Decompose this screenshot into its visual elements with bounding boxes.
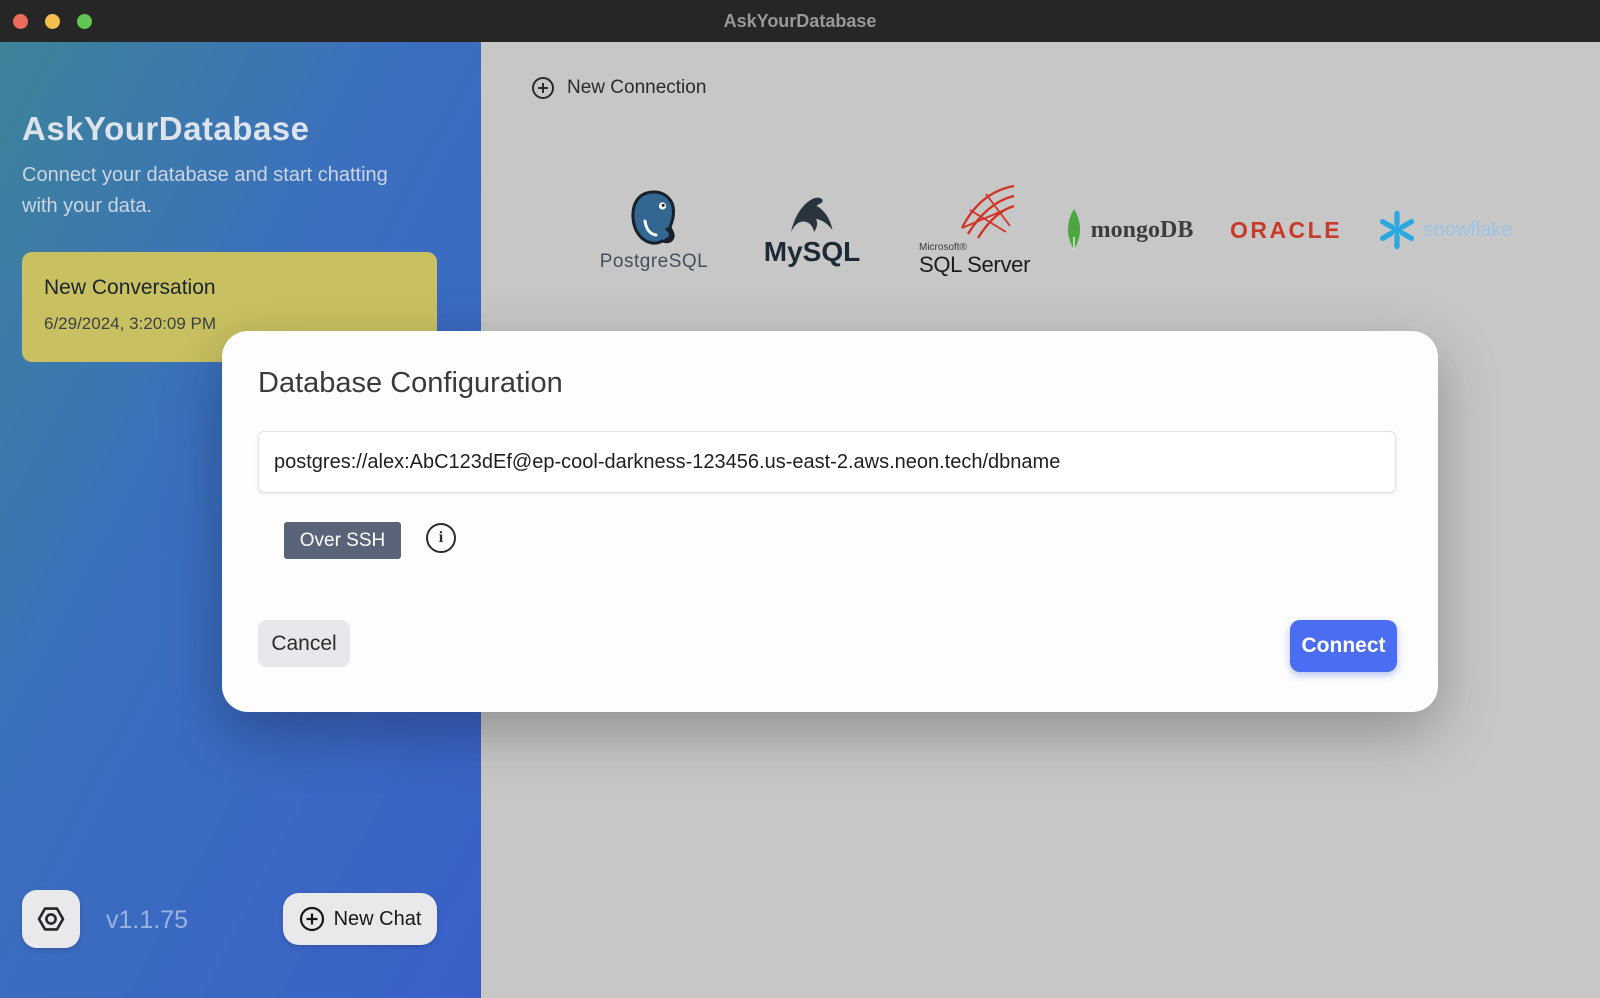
database-option-postgresql[interactable]: PostgreSQL [575,187,733,273]
new-connection-label: New Connection [567,77,706,99]
app-title: AskYourDatabase [22,110,310,148]
postgresql-label: PostgreSQL [600,251,709,273]
modal-title: Database Configuration [258,367,563,400]
over-ssh-button[interactable]: Over SSH [284,522,401,559]
conversation-timestamp: 6/29/2024, 3:20:09 PM [44,314,216,334]
sqlserver-burst-icon [956,182,1018,240]
oracle-label: ORACLE [1230,217,1342,244]
database-configuration-modal: Database Configuration Over SSH i Cancel… [222,331,1438,712]
mysql-label: MySQL [764,236,860,268]
connect-button[interactable]: Connect [1290,620,1397,672]
database-option-oracle[interactable]: ORACLE [1207,217,1365,244]
window-titlebar: AskYourDatabase [0,0,1600,42]
snowflake-label: snowflake [1424,219,1513,242]
new-chat-label: New Chat [334,908,422,931]
snowflake-icon [1376,209,1418,251]
app-subtitle: Connect your database and start chatting… [22,160,422,222]
conversation-title: New Conversation [44,276,216,300]
over-ssh-label: Over SSH [300,530,386,552]
cancel-button[interactable]: Cancel [258,620,350,667]
database-option-mysql[interactable]: MySQL [733,192,891,268]
window-title: AskYourDatabase [0,0,1600,42]
new-chat-button[interactable]: New Chat [283,893,437,945]
settings-button[interactable] [22,890,80,948]
database-logo-row: PostgreSQL MySQL [575,160,1523,300]
database-option-sqlserver[interactable]: Microsoft® SQL Server [891,182,1049,278]
database-option-snowflake[interactable]: snowflake [1365,209,1523,251]
connect-label: Connect [1302,634,1386,658]
info-icon[interactable]: i [426,523,456,553]
info-glyph: i [439,529,443,547]
mysql-dolphin-icon [785,192,839,238]
sqlserver-label: SQL Server [919,252,1030,278]
new-connection-button[interactable]: New Connection [531,76,706,100]
gear-icon [35,903,67,935]
app-version: v1.1.75 [106,906,188,935]
plus-circle-icon [299,906,325,932]
connection-string-input[interactable] [258,431,1396,493]
cancel-label: Cancel [271,632,336,656]
database-option-mongodb[interactable]: mongoDB [1049,207,1207,253]
postgresql-elephant-icon [623,187,685,249]
plus-circle-icon [531,76,555,100]
mongodb-label: mongoDB [1091,217,1194,244]
mongodb-leaf-icon [1063,207,1085,253]
